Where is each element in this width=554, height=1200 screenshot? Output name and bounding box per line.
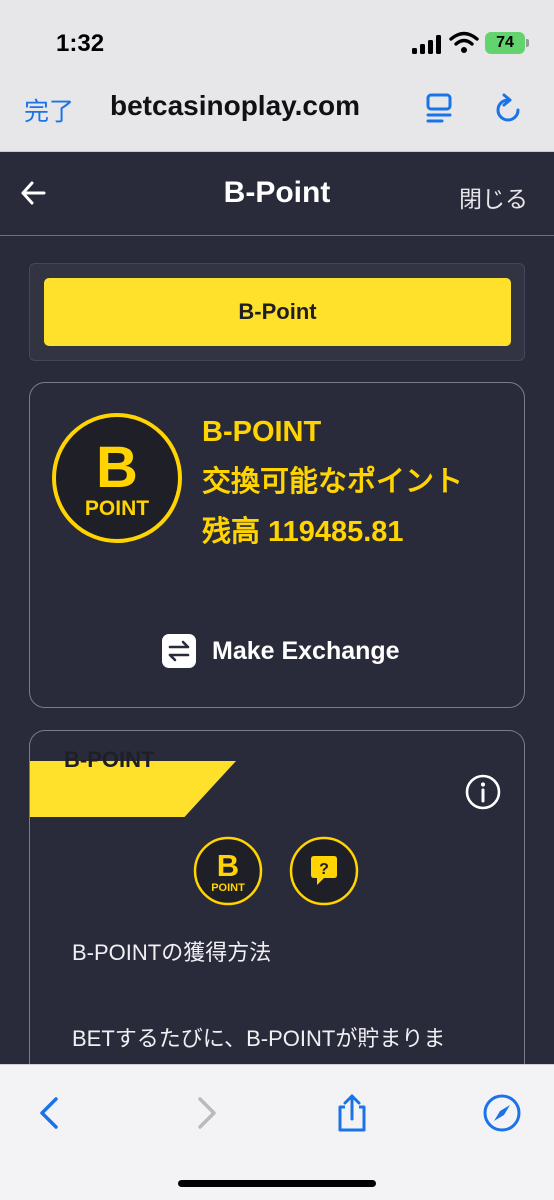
logo-letter: B — [96, 435, 138, 500]
forward-icon[interactable] — [186, 1093, 226, 1133]
info-icon[interactable] — [464, 773, 502, 811]
exchange-arrows-icon — [162, 634, 196, 668]
modal-header: B-Point 閉じる — [0, 152, 554, 236]
tab-b-point[interactable]: B-Point — [44, 278, 511, 346]
make-exchange-button[interactable]: Make Exchange — [162, 631, 400, 671]
browser-address-bar: 完了 betcasinoplay.com — [0, 80, 554, 152]
back-icon[interactable] — [30, 1093, 70, 1133]
home-indicator — [178, 1180, 376, 1187]
info-heading: B-POINTの獲得方法 — [72, 940, 272, 965]
reader-icon[interactable] — [424, 92, 454, 124]
compass-icon[interactable] — [482, 1093, 522, 1133]
bpoint-logo-icon: B POINT — [52, 413, 182, 543]
tab-bar: B-Point — [29, 263, 525, 361]
exchangeable-label: 交換可能なポイント — [202, 466, 464, 498]
share-icon[interactable] — [332, 1093, 372, 1133]
info-body: BETするたびに、B-POINTが貯まりま — [72, 1026, 446, 1051]
battery-icon: 74 — [485, 32, 529, 54]
done-button[interactable]: 完了 — [24, 92, 74, 128]
small-logo-letter: B — [217, 848, 239, 883]
bpoint-small-icon[interactable]: B POINT — [192, 835, 264, 907]
status-time: 1:32 — [56, 30, 105, 57]
logo-word: POINT — [85, 497, 149, 520]
balance-card: B POINT B-POINT 交換可能なポイント 残高 119485.81 M… — [29, 382, 525, 708]
reload-icon[interactable] — [492, 92, 524, 124]
info-card: B-POINT B POINT ? B-POINTの獲得方法 BETするたびに、… — [29, 730, 525, 1090]
small-logo-word: POINT — [211, 882, 245, 894]
status-bar: 1:32 74 — [0, 0, 554, 80]
url-field[interactable]: betcasinoplay.com — [110, 90, 360, 122]
question-bubble-icon[interactable]: ? — [288, 835, 360, 907]
point-name: B-POINT — [202, 416, 322, 448]
balance-info: B-POINT 交換可能なポイント 残高 119485.81 — [202, 407, 463, 557]
section-ribbon-label: B-POINT — [64, 747, 155, 772]
svg-text:?: ? — [319, 861, 329, 878]
signal-icon — [412, 34, 442, 54]
close-button[interactable]: 閉じる — [459, 180, 528, 214]
make-exchange-label: Make Exchange — [212, 636, 400, 665]
wifi-icon — [449, 31, 479, 53]
balance-value: 残高 119485.81 — [202, 516, 404, 548]
